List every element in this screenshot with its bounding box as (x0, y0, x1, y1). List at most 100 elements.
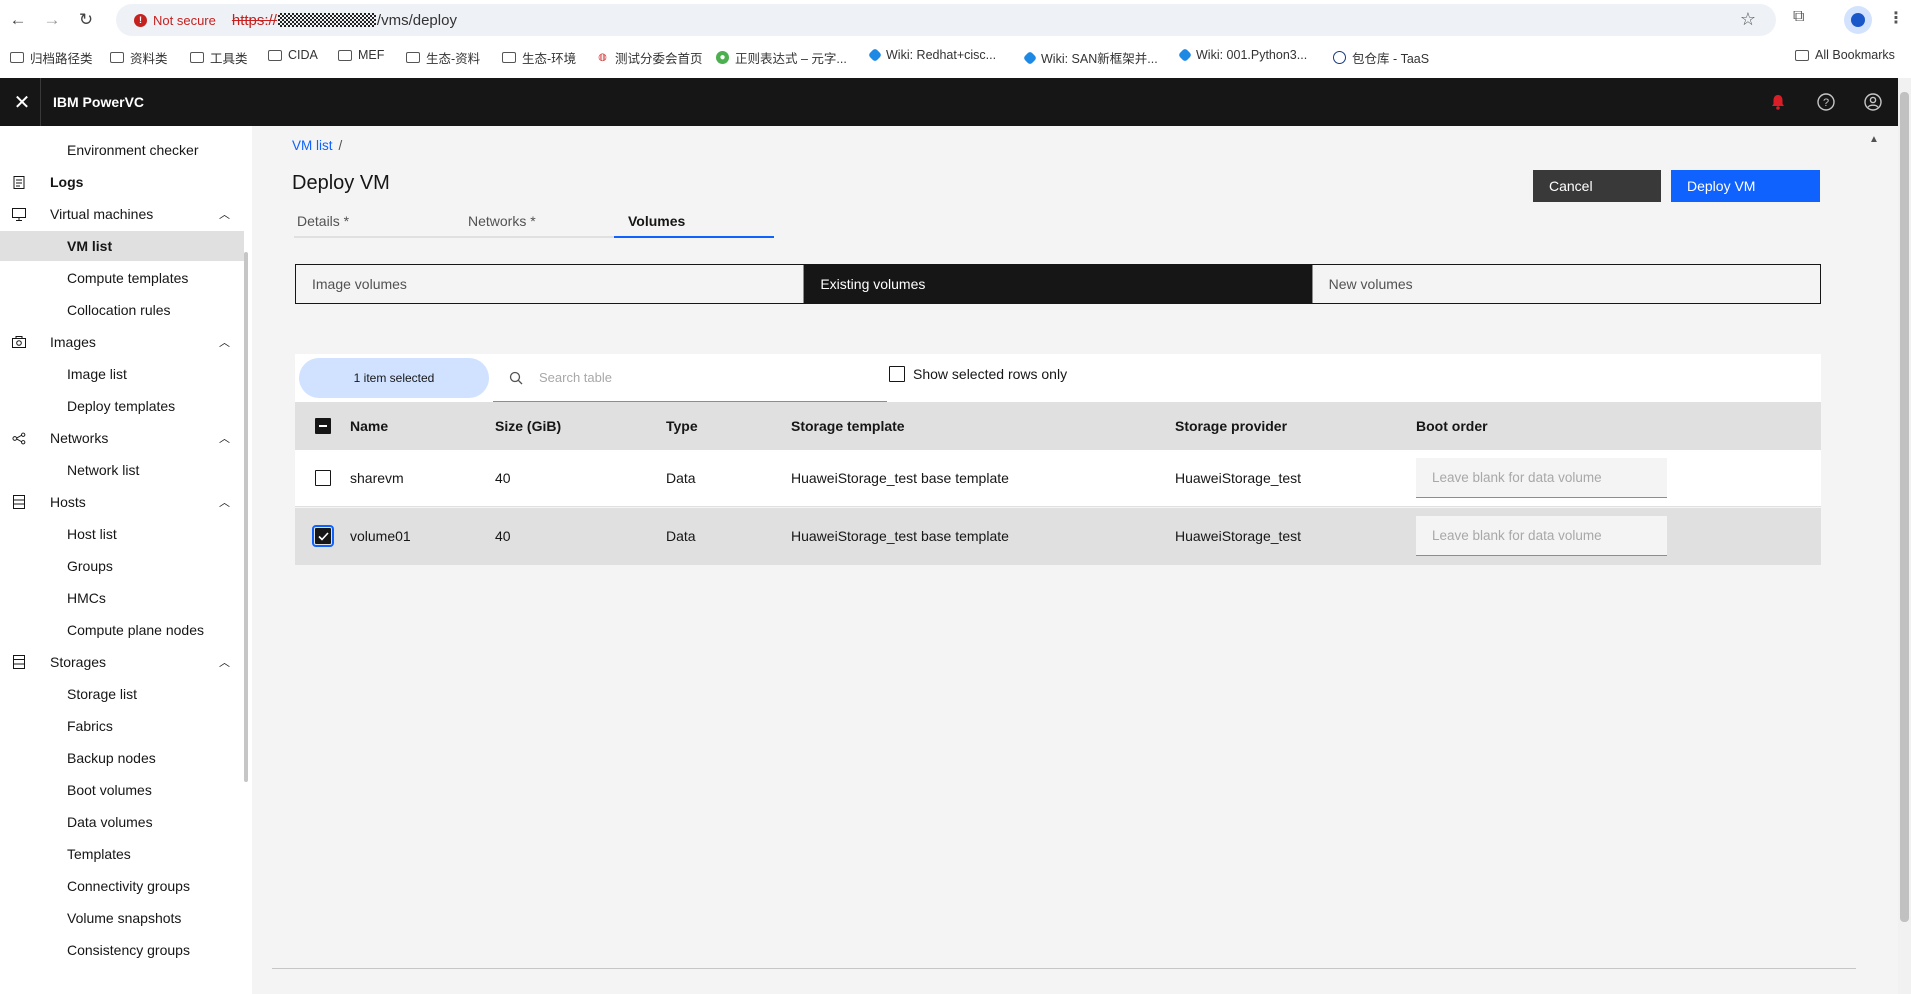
not-secure-label: Not secure (153, 12, 216, 28)
show-selected-checkbox[interactable] (889, 366, 905, 382)
svg-text:?: ? (1823, 97, 1829, 109)
tab-details[interactable]: Details * (294, 206, 454, 238)
sidebar-item-backup-nodes[interactable]: Backup nodes (0, 743, 244, 773)
reload-icon[interactable]: ↻ (74, 8, 98, 32)
column-header-storage-template[interactable]: Storage template (791, 402, 905, 450)
notification-bell-icon[interactable] (1766, 90, 1790, 114)
column-header-name[interactable]: Name (350, 402, 388, 450)
sidebar-scrollbar[interactable] (244, 252, 248, 782)
table-row[interactable]: volume01 40 Data HuaweiStorage_test base… (295, 508, 1821, 565)
sidebar-item-storage-list[interactable]: Storage list (0, 679, 244, 709)
bookmark-link[interactable]: Wiki: SAN新框架并... (1022, 48, 1158, 67)
sidebar-group-networks[interactable]: Networks ︿ (0, 423, 244, 453)
cell-type: Data (666, 528, 696, 544)
browser-menu-icon[interactable]: ⋮ (1888, 8, 1904, 28)
table-search[interactable] (493, 354, 887, 402)
footer-divider (272, 968, 1856, 969)
sidebar-item-templates[interactable]: Templates (0, 839, 244, 869)
sidebar-item-network-list[interactable]: Network list (0, 455, 244, 485)
sidebar-item-logs[interactable]: Logs (0, 167, 244, 197)
cancel-button[interactable]: Cancel (1533, 170, 1661, 202)
extensions-icon[interactable]: ⧉ (1793, 8, 1804, 26)
folder-icon (338, 49, 352, 61)
sidebar-item-deploy-templates[interactable]: Deploy templates (0, 391, 244, 421)
segment-image-volumes[interactable]: Image volumes (296, 265, 805, 303)
bookmark-star-icon[interactable]: ☆ (1740, 9, 1756, 30)
bookmark-folder[interactable]: 生态-环境 (502, 48, 576, 67)
sidebar-item-host-list[interactable]: Host list (0, 519, 244, 549)
boot-order-input[interactable] (1416, 516, 1667, 556)
url-text[interactable]: https:// /vms/deploy (232, 12, 457, 29)
folder-icon (406, 52, 420, 63)
segment-existing-volumes[interactable]: Existing volumes (804, 265, 1313, 303)
column-header-boot-order[interactable]: Boot order (1416, 402, 1488, 450)
all-bookmarks[interactable]: All Bookmarks (1795, 48, 1895, 62)
sidebar-group-images[interactable]: Images ︿ (0, 327, 244, 357)
deploy-vm-button[interactable]: Deploy VM (1671, 170, 1820, 202)
show-selected-label: Show selected rows only (913, 366, 1068, 382)
close-menu-icon[interactable]: ✕ (10, 90, 34, 114)
page-scrollbar-thumb[interactable] (1900, 92, 1909, 922)
sidebar-item-image-list[interactable]: Image list (0, 359, 244, 389)
breadcrumb-vm-list-link[interactable]: VM list (292, 138, 333, 153)
cell-name: volume01 (350, 528, 411, 544)
bookmark-link[interactable]: Wiki: 001.Python3... (1177, 47, 1307, 63)
warning-icon: ! (134, 13, 147, 27)
sidebar-item-environment-checker[interactable]: Environment checker (0, 135, 244, 165)
column-header-type[interactable]: Type (666, 402, 698, 450)
sidebar-item-hmcs[interactable]: HMCs (0, 583, 244, 613)
sidebar-item-vm-list[interactable]: VM list (0, 231, 244, 261)
help-icon[interactable]: ? (1814, 90, 1838, 114)
bookmark-folder[interactable]: 工具类 (190, 48, 248, 67)
sidebar-item-connectivity-groups[interactable]: Connectivity groups (0, 871, 244, 901)
back-icon[interactable]: ← (6, 8, 30, 32)
column-header-size[interactable]: Size (GiB) (495, 402, 561, 450)
column-header-storage-provider[interactable]: Storage provider (1175, 402, 1287, 450)
bookmark-folder[interactable]: 资料类 (110, 48, 168, 67)
sidebar-group-hosts[interactable]: Hosts ︿ (0, 487, 244, 517)
sidebar-item-boot-volumes[interactable]: Boot volumes (0, 775, 244, 805)
sidebar-group-virtual-machines[interactable]: Virtual machines ︿ (0, 199, 244, 229)
folder-icon (10, 52, 24, 63)
site-favicon-icon: ◍ (596, 51, 609, 64)
table-row[interactable]: sharevm 40 Data HuaweiStorage_test base … (295, 450, 1821, 507)
network-icon (12, 431, 26, 445)
forward-icon[interactable]: → (40, 8, 64, 32)
show-selected-toggle[interactable]: Show selected rows only (889, 366, 1067, 382)
site-favicon-icon: ● (716, 51, 729, 64)
address-bar[interactable]: ! Not secure https:// /vms/deploy ☆ (116, 4, 1776, 36)
page-scrollbar[interactable] (1898, 78, 1911, 994)
tab-volumes[interactable]: Volumes (614, 206, 774, 238)
bookmark-folder[interactable]: CIDA (268, 48, 318, 62)
scroll-up-arrow-icon[interactable]: ▲ (1869, 134, 1879, 145)
sidebar-item-volume-snapshots[interactable]: Volume snapshots (0, 903, 244, 933)
bookmark-folder[interactable]: MEF (338, 48, 384, 62)
boot-order-input[interactable] (1416, 458, 1667, 498)
bookmark-folder[interactable]: 归档路径类 (10, 48, 93, 67)
sidebar-item-consistency-groups[interactable]: Consistency groups (0, 935, 244, 965)
sidebar-item-collocation-rules[interactable]: Collocation rules (0, 295, 244, 325)
sidebar-item-fabrics[interactable]: Fabrics (0, 711, 244, 741)
row-checkbox[interactable] (312, 508, 334, 564)
bookmark-link[interactable]: ● 正则表达式 – 元字... (716, 48, 847, 67)
sidebar-item-compute-templates[interactable]: Compute templates (0, 263, 244, 293)
user-profile-icon[interactable] (1861, 90, 1885, 114)
sidebar-item-compute-plane-nodes[interactable]: Compute plane nodes (0, 615, 244, 645)
select-all-checkbox[interactable] (315, 402, 331, 450)
sidebar-group-storages[interactable]: Storages ︿ (0, 647, 244, 677)
bookmark-link[interactable]: Wiki: Redhat+cisc... (867, 47, 996, 63)
folder-icon (1795, 49, 1809, 61)
segment-new-volumes[interactable]: New volumes (1313, 265, 1820, 303)
search-input[interactable] (539, 370, 839, 385)
not-secure-chip[interactable]: ! Not secure (126, 8, 224, 32)
row-checkbox[interactable] (315, 450, 331, 506)
bookmark-link[interactable]: 包仓库 - TaaS (1333, 48, 1429, 67)
bookmark-folder[interactable]: 生态-资料 (406, 48, 480, 67)
bookmark-link[interactable]: ◍ 测试分委会首页 (596, 48, 703, 67)
tab-networks[interactable]: Networks * (454, 206, 614, 238)
profile-avatar[interactable] (1844, 6, 1872, 34)
sidebar-item-data-volumes[interactable]: Data volumes (0, 807, 244, 837)
sidebar-item-groups[interactable]: Groups (0, 551, 244, 581)
server-icon (12, 495, 26, 509)
header-divider (40, 78, 41, 126)
